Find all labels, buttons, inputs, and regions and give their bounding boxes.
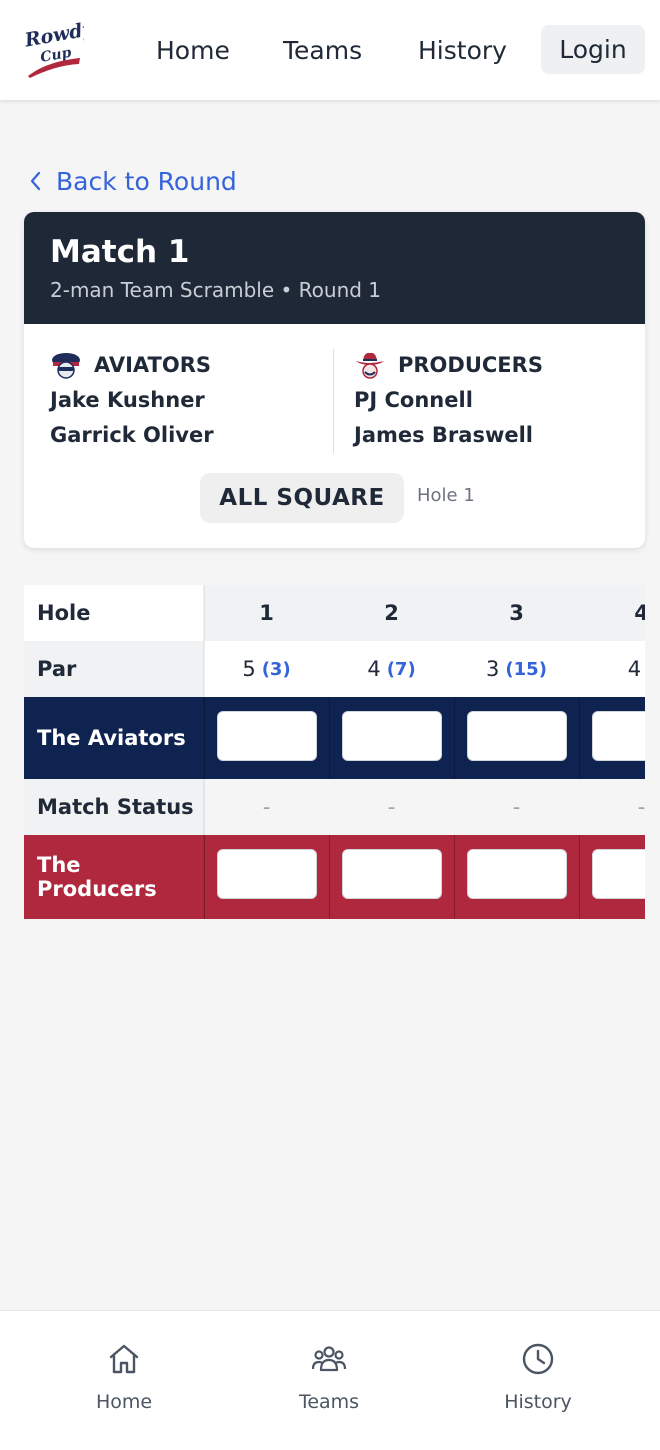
hole-number: 4: [634, 601, 645, 625]
column-divider: [329, 697, 330, 779]
match-status-cell: -: [262, 795, 271, 819]
team-aviators-score-row: The Aviators: [24, 697, 645, 779]
nav-teams-link[interactable]: Teams: [283, 30, 362, 72]
aviators-score-input-hole-4[interactable]: [592, 711, 645, 761]
column-divider: [454, 835, 455, 919]
chevron-left-icon: [30, 171, 41, 191]
aviator-pilot-icon: [52, 353, 80, 379]
bottom-nav-home-label: Home: [95, 1391, 153, 1413]
team-name-producers: PRODUCERS: [354, 350, 543, 380]
scorecard-table[interactable]: Hole 1 2 3 4 Par 5(3) 4(7) 3(15) 4( The …: [24, 585, 645, 919]
player-name: Garrick Oliver: [50, 423, 214, 447]
bottom-nav-teams-label: Teams: [298, 1391, 360, 1413]
top-navbar: Rowdy Cup Home Teams History Login: [0, 0, 660, 100]
par-cell: 4 (7): [367, 657, 416, 681]
team-producers-row-label: The Producers: [24, 835, 204, 919]
home-icon: [109, 1344, 139, 1374]
match-status-row: Match Status - - - -: [24, 779, 645, 835]
match-subtitle: 2-man Team Scramble • Round 1: [50, 278, 382, 302]
par-row-label: Par: [24, 641, 204, 697]
team-name-aviators: AVIATORS: [50, 350, 214, 380]
match-status-cell: -: [512, 795, 521, 819]
current-hole-label: Hole 1: [417, 485, 475, 506]
handicap-index: (3): [261, 658, 291, 680]
back-to-round-link[interactable]: Back to Round: [28, 163, 237, 199]
nav-home-link[interactable]: Home: [156, 30, 230, 72]
par-cell: 5 (3): [242, 657, 291, 681]
match-status-row-label: Match Status: [24, 779, 204, 835]
par-cell: 4(: [627, 657, 642, 681]
sticky-column-edge: [203, 585, 205, 919]
handicap-index: (15): [505, 658, 547, 680]
column-divider: [579, 835, 580, 919]
back-link-label: Back to Round: [56, 166, 237, 196]
player-name: James Braswell: [354, 423, 533, 447]
nav-history-link[interactable]: History: [418, 30, 507, 72]
player-name: Jake Kushner: [50, 388, 205, 412]
hole-row-label: Hole: [24, 585, 204, 641]
login-button[interactable]: Login: [541, 25, 645, 74]
producers-score-input-hole-3[interactable]: [467, 849, 567, 899]
match-card: Match 1 2-man Team Scramble • Round 1 AV…: [24, 212, 645, 548]
bottom-tab-bar: Home Teams History: [0, 1310, 660, 1450]
rowdy-cup-logo[interactable]: Rowdy Cup: [22, 18, 84, 82]
bottom-nav-teams[interactable]: Teams: [269, 1341, 389, 1413]
match-title: Match 1: [50, 234, 190, 270]
team-aviators: AVIATORS Jake Kushner Garrick Oliver: [50, 350, 214, 450]
column-divider: [579, 697, 580, 779]
bottom-nav-history[interactable]: History: [478, 1341, 598, 1413]
team-producers: PRODUCERS PJ Connell James Braswell: [354, 350, 543, 450]
aviators-score-input-hole-1[interactable]: [217, 711, 317, 761]
par-cell: 3 (15): [486, 657, 547, 681]
aviators-score-input-hole-2[interactable]: [342, 711, 442, 761]
handicap-index: (7): [386, 658, 416, 680]
team-aviators-row-label: The Aviators: [24, 697, 204, 779]
match-header: Match 1 2-man Team Scramble • Round 1: [24, 212, 645, 324]
match-status-badge: ALL SQUARE: [200, 473, 404, 523]
producers-score-input-hole-1[interactable]: [217, 849, 317, 899]
match-status-cell: -: [637, 795, 645, 819]
svg-text:Rowdy: Rowdy: [22, 18, 84, 52]
producers-score-input-hole-4[interactable]: [592, 849, 645, 899]
match-status-cell: -: [387, 795, 396, 819]
bottom-nav-home[interactable]: Home: [64, 1341, 184, 1413]
aviators-score-input-hole-3[interactable]: [467, 711, 567, 761]
producers-score-input-hole-2[interactable]: [342, 849, 442, 899]
player-name: PJ Connell: [354, 388, 473, 412]
column-divider: [454, 697, 455, 779]
par-row: Par 5(3) 4(7) 3(15) 4(: [24, 641, 645, 697]
users-group-icon: [311, 1346, 347, 1372]
team-producers-score-row: The Producers: [24, 835, 645, 919]
hole-number: 1: [259, 601, 274, 625]
team-divider: [333, 349, 334, 453]
clock-icon: [522, 1343, 554, 1375]
hole-number: 2: [384, 601, 399, 625]
bottom-nav-history-label: History: [504, 1391, 572, 1413]
column-divider: [329, 835, 330, 919]
cowboy-producer-icon: [356, 352, 384, 379]
hole-number: 3: [509, 601, 524, 625]
hole-row: Hole 1 2 3 4: [24, 585, 645, 641]
